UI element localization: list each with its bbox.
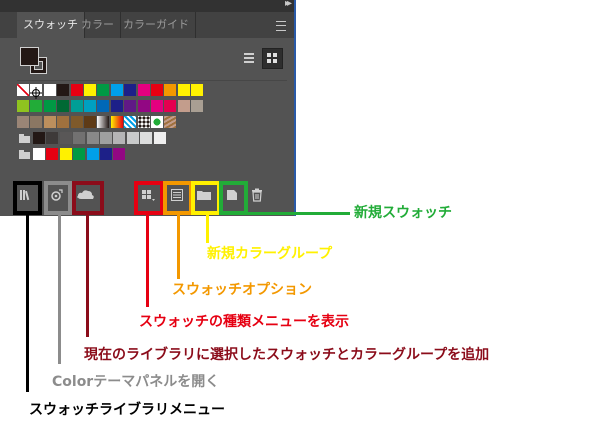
connector-library-menu [26,215,29,392]
panel-edge [294,0,296,216]
swatch[interactable] [164,100,177,112]
swatch[interactable] [86,148,99,160]
swatch[interactable] [57,84,70,96]
swatch[interactable] [137,84,150,96]
swatch[interactable] [33,132,45,144]
connector-swatch-kinds [146,215,149,307]
swatch[interactable] [164,116,177,128]
swatch[interactable] [46,132,59,144]
callout-new-swatch: 新規スウォッチ [354,205,452,221]
swatch[interactable] [84,84,96,96]
swatch[interactable] [46,148,59,160]
swatch[interactable] [164,84,177,96]
connector-new-color-group [206,215,209,243]
swatch[interactable] [30,116,43,128]
swatch[interactable] [191,84,204,96]
callout-color-themes: Colorテーマパネルを開く [52,374,220,390]
swatch-grid [17,80,287,176]
collapse-panel-icon[interactable]: ▸▸ [285,0,292,9]
swatch[interactable] [100,132,112,144]
swatch[interactable] [70,84,83,96]
highlight-color-themes [44,181,72,215]
swatch[interactable] [73,148,86,160]
swatch[interactable] [113,148,126,160]
swatch-group-folder-icon[interactable] [19,150,30,159]
swatch[interactable] [97,100,110,112]
tab-color-guide[interactable]: カラーガイド [117,12,196,38]
swatch-group-folder-icon[interactable] [19,134,30,143]
callout-new-color-group: 新規カラーグループ [207,246,333,262]
swatch[interactable] [151,100,163,112]
swatch[interactable] [33,148,45,160]
swatch[interactable] [110,84,123,96]
highlight-library-menu [13,181,42,215]
callout-swatch-options: スウォッチオプション [172,282,312,298]
swatch[interactable] [17,100,29,112]
fill-stroke-indicator[interactable] [20,47,50,75]
swatch[interactable] [153,132,166,144]
swatch[interactable] [100,148,112,160]
swatch[interactable] [126,132,139,144]
panel-title-bar: ▸▸ [0,0,294,12]
swatch[interactable] [17,84,29,96]
highlight-new-color-group [191,181,221,215]
highlight-swatch-kinds [134,181,164,215]
swatch[interactable] [177,84,190,96]
swatch[interactable] [43,116,56,128]
swatch[interactable] [43,84,56,96]
highlight-add-to-library [72,181,104,215]
swatch[interactable] [84,116,96,128]
callout-swatch-kinds: スウォッチの種類メニューを表示 [139,314,349,330]
callout-add-to-library: 現在のライブラリに選択したスウォッチとカラーグループを追加 [84,347,490,363]
connector-color-themes [58,215,61,364]
swatch[interactable] [30,100,43,112]
swatch[interactable] [70,100,83,112]
swatch[interactable] [59,132,72,144]
swatch[interactable] [124,100,137,112]
thumbnail-view-button[interactable] [262,48,283,69]
swatch[interactable] [113,132,126,144]
swatch[interactable] [59,148,72,160]
swatch[interactable] [137,116,150,128]
connector-swatch-options [177,215,180,279]
swatch[interactable] [17,116,29,128]
swatch[interactable] [97,116,110,128]
connector-new-swatch [246,212,350,215]
swatch[interactable] [57,116,70,128]
callout-library-menu: スウォッチライブラリメニュー [29,402,225,418]
panel-tab-bar: スウォッチ カラー カラーガイド [0,12,294,38]
swatch[interactable] [110,100,123,112]
swatch[interactable] [177,100,190,112]
swatch[interactable] [97,84,110,96]
panel-menu-icon[interactable] [276,21,286,31]
highlight-new-swatch [219,181,248,215]
swatch[interactable] [151,116,163,128]
swatch[interactable] [43,100,56,112]
swatch[interactable] [57,100,70,112]
swatch[interactable] [70,116,83,128]
connector-add-to-library [86,215,89,337]
swatch[interactable] [124,116,137,128]
swatch[interactable] [84,100,96,112]
swatch[interactable] [86,132,99,144]
swatch[interactable] [30,84,43,99]
list-view-button[interactable] [239,48,258,67]
swatch[interactable] [140,132,153,144]
swatch[interactable] [151,84,163,96]
highlight-swatch-options [163,181,193,215]
swatch[interactable] [110,116,123,128]
swatch[interactable] [124,84,137,96]
swatch[interactable] [73,132,86,144]
delete-swatch-button[interactable] [247,188,267,206]
tab-color[interactable]: カラー [75,12,121,38]
fill-swatch[interactable] [20,47,39,66]
swatch[interactable] [137,100,150,112]
swatch[interactable] [191,100,204,112]
